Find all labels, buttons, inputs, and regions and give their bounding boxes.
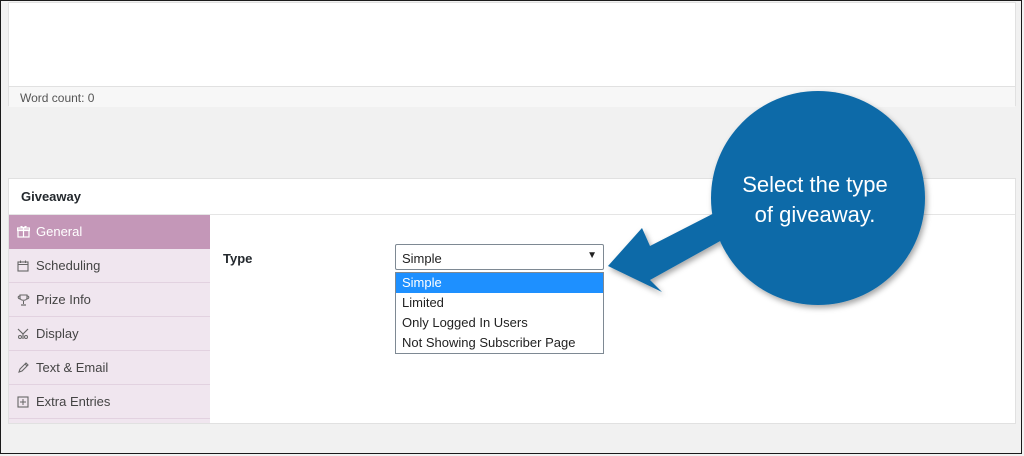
type-option-logged-in[interactable]: Only Logged In Users: [396, 313, 603, 333]
editor-content-area[interactable]: [9, 3, 1015, 85]
tab-label: General: [36, 224, 83, 239]
chevron-down-icon: ▼: [587, 250, 597, 261]
tab-scheduling[interactable]: Scheduling: [9, 249, 210, 283]
word-count: Word count: 0: [20, 91, 95, 105]
tab-text-email[interactable]: Text & Email: [9, 351, 210, 385]
type-option-limited[interactable]: Limited: [396, 293, 603, 313]
type-label: Type: [223, 251, 253, 266]
calendar-icon: [16, 259, 30, 273]
tab-label: Extra Entries: [36, 394, 111, 409]
callout-line-2: of giveaway.: [754, 202, 876, 227]
tab-prize-info[interactable]: Prize Info: [9, 283, 210, 317]
tab-extra-entries[interactable]: Extra Entries: [9, 385, 210, 419]
type-select[interactable]: Simple ▼: [395, 244, 604, 270]
giveaway-tabs: General Scheduling Prize Info Display Te…: [9, 215, 210, 423]
general-panel: Type Simple ▼ Simple Limited Only Logged…: [210, 215, 1015, 423]
tab-label: Display: [36, 326, 79, 341]
tab-display[interactable]: Display: [9, 317, 210, 351]
type-dropdown-list: Simple Limited Only Logged In Users Not …: [395, 272, 604, 354]
type-option-not-showing[interactable]: Not Showing Subscriber Page: [396, 333, 603, 353]
editor-status-bar: Word count: 0: [9, 86, 1015, 107]
plus-square-icon: [16, 395, 30, 409]
tab-label: Scheduling: [36, 258, 101, 273]
post-editor: Word count: 0: [8, 2, 1016, 107]
pencil-icon: [16, 361, 30, 375]
type-option-simple[interactable]: Simple: [396, 273, 603, 293]
type-select-value: Simple: [402, 251, 442, 266]
tab-label: Text & Email: [36, 360, 109, 375]
display-icon: [16, 327, 30, 341]
callout-line-1: Select the type: [742, 172, 888, 197]
metabox-title: Giveaway: [21, 189, 81, 204]
gift-icon: [16, 225, 30, 239]
trophy-icon: [16, 293, 30, 307]
tab-label: Prize Info: [36, 292, 91, 307]
callout-text: Select the type of giveaway.: [715, 170, 915, 230]
tab-general[interactable]: General: [9, 215, 210, 249]
